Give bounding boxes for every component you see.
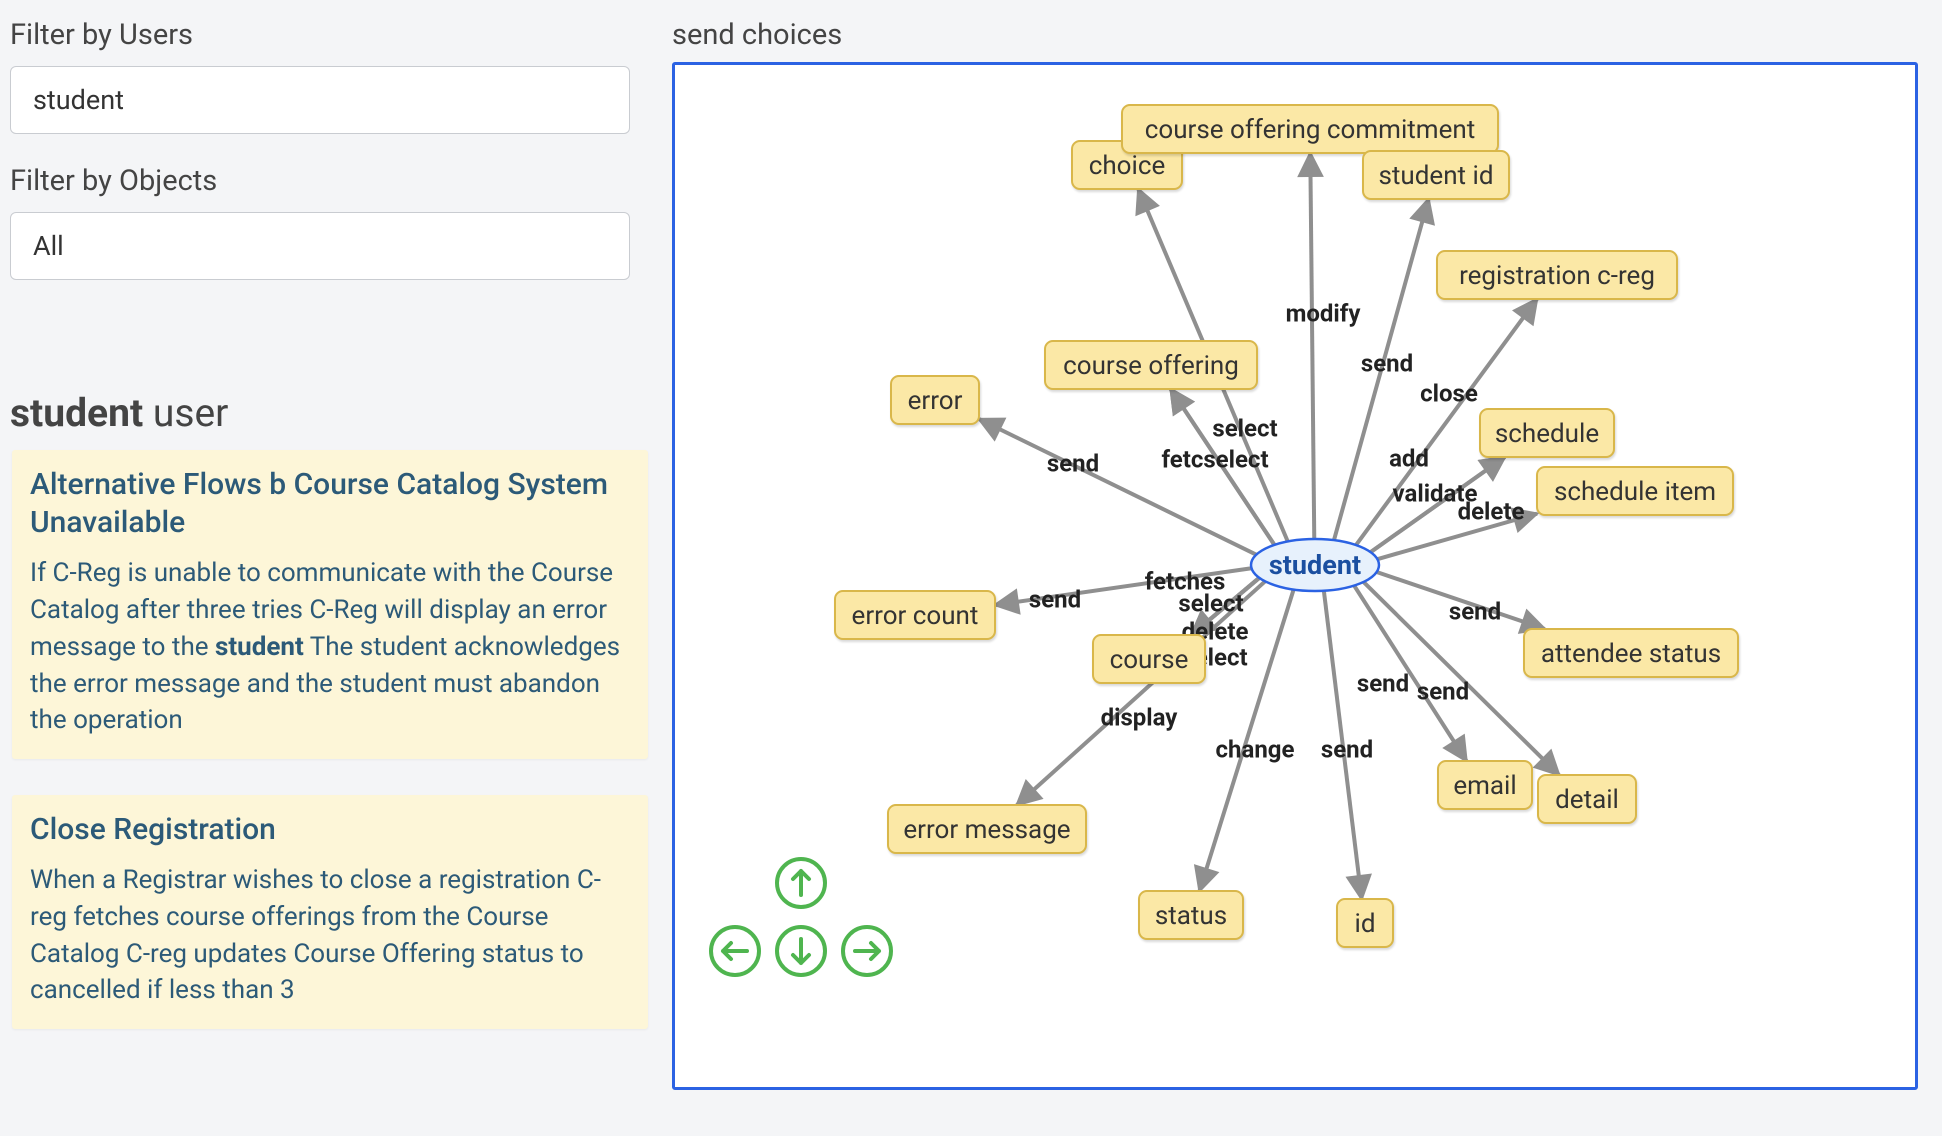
graph-edge-label: send	[1321, 735, 1373, 763]
main: send choices sendmodifysendcloseselectfe…	[660, 0, 1942, 1136]
entity-name: student	[10, 390, 143, 436]
graph-node-label: error	[908, 386, 963, 416]
graph-frame[interactable]: sendmodifysendcloseselectfetcselectsenda…	[672, 62, 1918, 1090]
card-title: Alternative Flows b Course Catalog Syste…	[30, 466, 630, 543]
graph-node-label: registration c-reg	[1459, 261, 1655, 291]
graph-edge-label: display	[1101, 703, 1179, 731]
graph-node-label: schedule	[1495, 419, 1599, 449]
graph-edge-label: select	[1212, 414, 1277, 442]
graph-node-label: choice	[1089, 151, 1165, 181]
sidebar: Filter by Users student Filter by Object…	[0, 0, 660, 1136]
graph-edge-label: fetcselect	[1161, 445, 1268, 473]
graph-edge[interactable]	[1310, 153, 1314, 539]
use-case-card[interactable]: Close Registration When a Registrar wishe…	[12, 795, 648, 1029]
use-case-card[interactable]: Alternative Flows b Course Catalog Syste…	[12, 450, 648, 759]
entity-heading: student user	[10, 390, 650, 436]
filter-users-label: Filter by Users	[10, 18, 650, 52]
graph-node-label: student id	[1378, 161, 1493, 191]
graph-node-label: schedule item	[1554, 477, 1716, 507]
graph-edge-label: send	[1047, 449, 1099, 477]
graph-node-label: course	[1110, 645, 1189, 675]
graph-node-label: email	[1453, 771, 1516, 801]
entity-suffix: user	[153, 390, 229, 436]
graph-edge-label: delete	[1458, 497, 1525, 525]
graph-edge-label: send	[1357, 669, 1409, 697]
graph-title: send choices	[672, 18, 1934, 52]
filter-users-select[interactable]: student	[10, 66, 630, 134]
graph-node-label: id	[1355, 909, 1376, 939]
filter-objects-select[interactable]: All	[10, 212, 630, 280]
graph-edge-label: send	[1449, 597, 1501, 625]
graph-edge-label: close	[1420, 379, 1478, 407]
nav-right-button[interactable]	[843, 927, 891, 975]
filter-users-value: student	[33, 84, 124, 116]
graph-edge-label: send	[1417, 677, 1469, 705]
nav-up-button[interactable]	[777, 859, 825, 907]
card-body: If C-Reg is unable to communicate with t…	[30, 555, 630, 740]
graph-edge-label: send	[1361, 349, 1413, 377]
graph-edge-label: modify	[1286, 299, 1362, 327]
graph-edge-label: add	[1389, 444, 1429, 472]
card-body: When a Registrar wishes to close a regis…	[30, 862, 630, 1010]
graph-center-label: student	[1269, 549, 1361, 581]
graph-node-label: error count	[852, 601, 979, 631]
filter-objects-label: Filter by Objects	[10, 164, 650, 198]
card-title: Close Registration	[30, 811, 630, 849]
graph-node-label: detail	[1555, 785, 1619, 815]
graph-node-label: course offering	[1063, 351, 1239, 381]
graph-edge-label: change	[1216, 735, 1295, 763]
filter-objects-value: All	[33, 230, 64, 262]
graph-node-label: attendee status	[1541, 639, 1721, 669]
graph-edge-label: send	[1029, 585, 1081, 613]
graph-node-label: course offering commitment	[1145, 115, 1475, 145]
graph-node-label: error message	[903, 815, 1070, 845]
graph-edge-label: select	[1178, 589, 1243, 617]
nav-down-button[interactable]	[777, 927, 825, 975]
graph-node-label: status	[1155, 901, 1227, 931]
nav-left-button[interactable]	[711, 927, 759, 975]
graph-svg[interactable]: sendmodifysendcloseselectfetcselectsenda…	[675, 65, 1915, 1087]
